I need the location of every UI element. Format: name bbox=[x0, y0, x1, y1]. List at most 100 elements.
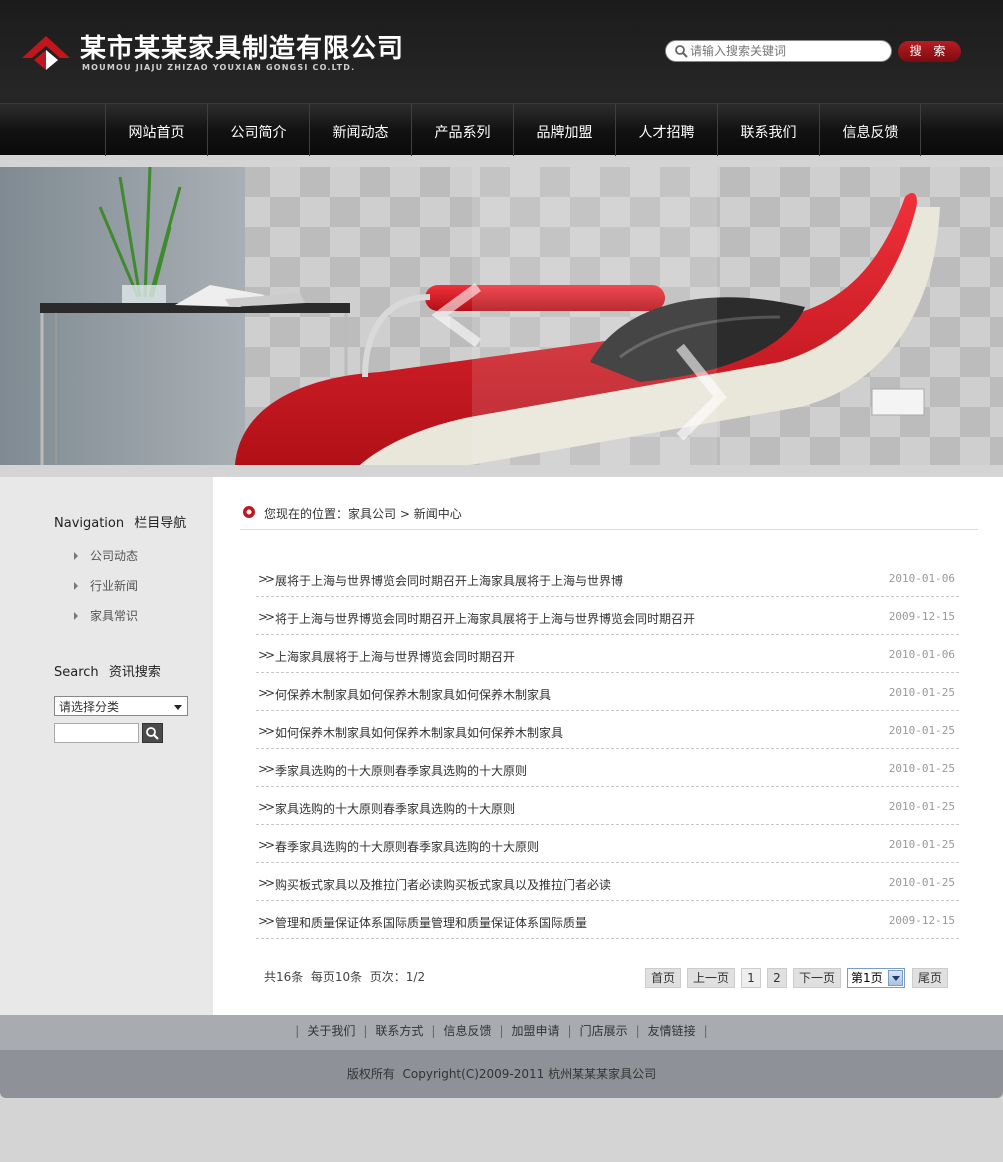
sidebar-search-input[interactable] bbox=[54, 723, 139, 743]
news-date: 2009-12-15 bbox=[888, 610, 955, 623]
news-date: 2010-01-06 bbox=[888, 572, 955, 585]
triangle-right-icon bbox=[74, 552, 78, 560]
company-name: 某市某某家具制造有限公司 bbox=[80, 34, 405, 64]
sidebar-search-button[interactable] bbox=[142, 723, 163, 743]
sidebar-nav-title-en: Navigation bbox=[54, 516, 125, 531]
pager-last-button[interactable]: 尾页 bbox=[912, 968, 948, 988]
double-chevron-right-icon: >> bbox=[258, 762, 275, 776]
sidebar-link-furniture-tips[interactable]: 家具常识 bbox=[74, 607, 138, 624]
news-title[interactable]: 购买板式家具以及推拉门者必读购买板式家具以及推拉门者必读 bbox=[275, 876, 611, 893]
sidebar-link-label: 公司动态 bbox=[90, 549, 139, 563]
logo-mark-icon bbox=[22, 36, 70, 70]
category-select[interactable]: 请选择分类 bbox=[54, 696, 188, 716]
nav-item-home[interactable]: 网站首页 bbox=[105, 104, 207, 156]
sidebar-search-title: Search 资讯搜索 bbox=[54, 661, 161, 680]
separator: | bbox=[431, 1024, 436, 1038]
footer-link-feedback[interactable]: 信息反馈 bbox=[443, 1024, 491, 1038]
footer-link-franchise[interactable]: 加盟申请 bbox=[512, 1024, 560, 1038]
separator: | bbox=[635, 1024, 640, 1038]
double-chevron-right-icon: >> bbox=[258, 572, 275, 586]
footer-link-about[interactable]: 关于我们 bbox=[307, 1024, 355, 1038]
pager-select-value: 第1页 bbox=[851, 971, 883, 985]
separator: | bbox=[499, 1024, 504, 1038]
sidebar-nav-title: Navigation 栏目导航 bbox=[54, 512, 186, 531]
nav-item-contact[interactable]: 联系我们 bbox=[717, 104, 819, 156]
double-chevron-right-icon: >> bbox=[258, 648, 275, 662]
separator: | bbox=[363, 1024, 368, 1038]
chevron-down-icon bbox=[888, 970, 903, 986]
pager-page-2[interactable]: 2 bbox=[767, 968, 787, 988]
news-title[interactable]: 展将于上海与世界博览会同时期召开上海家具展将于上海与世界博 bbox=[275, 572, 623, 589]
news-item: >> 如何保养木制家具如何保养木制家具如何保养木制家具 2010-01-25 bbox=[256, 711, 959, 749]
header-search-button[interactable]: 搜 索 bbox=[898, 41, 961, 62]
news-title[interactable]: 何保养木制家具如何保养木制家具如何保养木制家具 bbox=[275, 686, 551, 703]
news-title[interactable]: 家具选购的十大原则春季家具选购的十大原则 bbox=[275, 800, 515, 817]
site-header: 某市某某家具制造有限公司 MOUMOU JIAJU ZHIZAO YOUXIAN… bbox=[0, 0, 1003, 156]
main-content: Navigation 栏目导航 公司动态 行业新闻 家具常识 Search 资讯… bbox=[0, 477, 1003, 1017]
header-search-box bbox=[665, 40, 892, 62]
triangle-right-icon bbox=[74, 612, 78, 620]
copyright: 版权所有 Copyright(C)2009-2011 杭州某某某家具公司 bbox=[0, 1050, 1003, 1098]
double-chevron-right-icon: >> bbox=[258, 800, 275, 814]
news-item: >> 季家具选购的十大原则春季家具选购的十大原则 2010-01-25 bbox=[256, 749, 959, 787]
separator: | bbox=[567, 1024, 572, 1038]
search-icon bbox=[675, 45, 688, 58]
double-chevron-right-icon: >> bbox=[258, 838, 275, 852]
footer-link-contact[interactable]: 联系方式 bbox=[375, 1024, 423, 1038]
news-date: 2010-01-25 bbox=[888, 838, 955, 851]
banner-image bbox=[0, 167, 1003, 465]
news-item: >> 家具选购的十大原则春季家具选购的十大原则 2010-01-25 bbox=[256, 787, 959, 825]
company-logo[interactable]: 某市某某家具制造有限公司 MOUMOU JIAJU ZHIZAO YOUXIAN… bbox=[22, 28, 422, 80]
double-chevron-right-icon: >> bbox=[258, 610, 275, 624]
divider bbox=[240, 529, 978, 530]
news-item: >> 春季家具选购的十大原则春季家具选购的十大原则 2010-01-25 bbox=[256, 825, 959, 863]
double-chevron-right-icon: >> bbox=[258, 724, 275, 738]
sidebar-nav-title-cn: 栏目导航 bbox=[134, 516, 187, 531]
news-date: 2010-01-06 bbox=[888, 648, 955, 661]
sidebar-link-label: 家具常识 bbox=[90, 609, 139, 623]
news-date: 2010-01-25 bbox=[888, 724, 955, 737]
news-title[interactable]: 如何保养木制家具如何保养木制家具如何保养木制家具 bbox=[275, 724, 563, 741]
news-item: >> 管理和质量保证体系国际质量管理和质量保证体系国际质量 2009-12-15 bbox=[256, 901, 959, 939]
news-title[interactable]: 春季家具选购的十大原则春季家具选购的十大原则 bbox=[275, 838, 539, 855]
sidebar: Navigation 栏目导航 公司动态 行业新闻 家具常识 Search 资讯… bbox=[0, 477, 213, 1017]
company-name-en: MOUMOU JIAJU ZHIZAO YOUXIAN GONGSI CO.LT… bbox=[82, 63, 356, 72]
pager-first-button[interactable]: 首页 bbox=[645, 968, 681, 988]
footer-link-friends[interactable]: 友情链接 bbox=[648, 1024, 696, 1038]
pager-info: 共16条 每页10条 页次：1/2 bbox=[264, 970, 426, 984]
news-date: 2010-01-25 bbox=[888, 876, 955, 889]
nav-item-products[interactable]: 产品系列 bbox=[411, 104, 513, 156]
news-title[interactable]: 将于上海与世界博览会同时期召开上海家具展将于上海与世界博览会同时期召开 bbox=[275, 610, 695, 627]
nav-item-news[interactable]: 新闻动态 bbox=[309, 104, 411, 156]
nav-item-jobs[interactable]: 人才招聘 bbox=[615, 104, 717, 156]
pager-next-button[interactable]: 下一页 bbox=[793, 968, 841, 988]
pager-prev-button[interactable]: 上一页 bbox=[687, 968, 735, 988]
breadcrumb-separator: > bbox=[396, 507, 414, 521]
news-date: 2009-12-15 bbox=[888, 914, 955, 927]
news-title[interactable]: 季家具选购的十大原则春季家具选购的十大原则 bbox=[275, 762, 527, 779]
news-title[interactable]: 上海家具展将于上海与世界博览会同时期召开 bbox=[275, 648, 515, 665]
pager-page-1[interactable]: 1 bbox=[741, 968, 761, 988]
nav-item-about[interactable]: 公司简介 bbox=[207, 104, 309, 156]
header-search-input[interactable] bbox=[690, 43, 886, 59]
nav-divider bbox=[920, 104, 921, 156]
breadcrumb-home[interactable]: 家具公司 bbox=[348, 507, 396, 521]
sidebar-link-company-news[interactable]: 公司动态 bbox=[74, 547, 138, 564]
footer-link-stores[interactable]: 门店展示 bbox=[580, 1024, 628, 1038]
pager-page-select[interactable]: 第1页 bbox=[847, 968, 905, 988]
nav-item-franchise[interactable]: 品牌加盟 bbox=[513, 104, 615, 156]
news-date: 2010-01-25 bbox=[888, 800, 955, 813]
news-item: >> 上海家具展将于上海与世界博览会同时期召开 2010-01-06 bbox=[256, 635, 959, 673]
news-date: 2010-01-25 bbox=[888, 762, 955, 775]
news-item: >> 展将于上海与世界博览会同时期召开上海家具展将于上海与世界博 2010-01-0… bbox=[256, 559, 959, 597]
hero-banner bbox=[0, 167, 1003, 465]
footer-links: | 关于我们 | 联系方式 | 信息反馈 | 加盟申请 | 门店展示 | 友情链接 | bbox=[0, 1015, 1003, 1050]
nav-item-feedback[interactable]: 信息反馈 bbox=[819, 104, 921, 156]
chevron-down-icon bbox=[174, 705, 182, 710]
search-icon bbox=[146, 727, 159, 740]
news-date: 2010-01-25 bbox=[888, 686, 955, 699]
news-title[interactable]: 管理和质量保证体系国际质量管理和质量保证体系国际质量 bbox=[275, 914, 587, 931]
news-item: >> 购买板式家具以及推拉门者必读购买板式家具以及推拉门者必读 2010-01-25 bbox=[256, 863, 959, 901]
double-chevron-right-icon: >> bbox=[258, 686, 275, 700]
sidebar-link-industry-news[interactable]: 行业新闻 bbox=[74, 577, 138, 594]
